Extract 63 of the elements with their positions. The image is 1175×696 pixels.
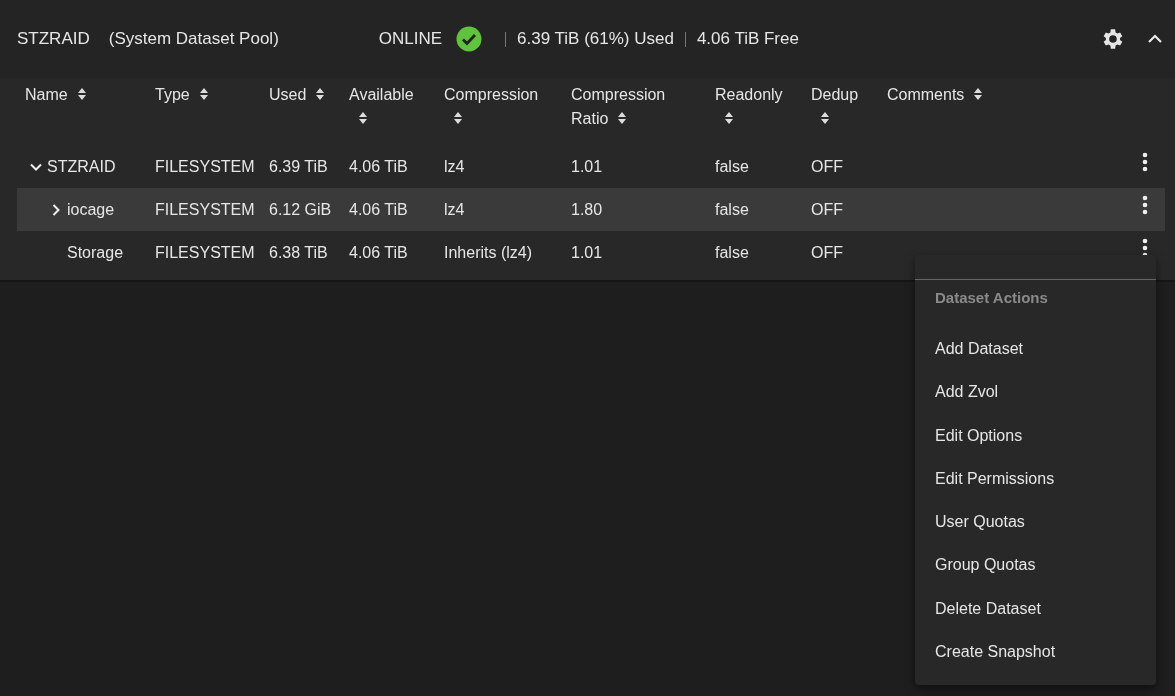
column-header[interactable]: Compression xyxy=(444,83,553,131)
sort-icon[interactable] xyxy=(617,111,628,125)
sort-icon[interactable] xyxy=(820,111,830,125)
dataset-name: iocage xyxy=(67,200,115,219)
menu-item[interactable]: Group Quotas xyxy=(915,543,1156,587)
table-cell: 6.39 TiB xyxy=(269,157,328,175)
pool-free: 4.06 TiB Free xyxy=(696,29,799,49)
pool-status: ONLINE xyxy=(378,29,443,49)
table-cell: FILESYSTEM xyxy=(155,200,255,218)
table-cell: 4.06 TiB xyxy=(349,157,408,175)
table-cell: OFF xyxy=(811,200,843,218)
table-cell: 6.38 TiB xyxy=(269,243,328,261)
menu-item[interactable]: Add Zvol xyxy=(915,370,1156,414)
table-cell: OFF xyxy=(811,157,843,175)
table-cell: false xyxy=(715,200,749,218)
menu-item[interactable]: Create Snapshot xyxy=(915,630,1156,674)
table-cell: 4.06 TiB xyxy=(349,243,408,261)
pool-name: STZRAID xyxy=(17,29,90,49)
table-cell: false xyxy=(715,243,749,261)
table-cell: OFF xyxy=(811,243,843,261)
sort-icon[interactable] xyxy=(198,87,209,101)
sort-icon[interactable] xyxy=(315,87,326,101)
menu-item[interactable]: Add Dataset xyxy=(915,327,1156,371)
table-cell: lz4 xyxy=(444,200,465,218)
sort-icon[interactable] xyxy=(358,111,368,125)
more-options-icon[interactable] xyxy=(1142,151,1148,172)
dataset-row[interactable]: STZRAID FILESYSTEM 6.39 TiB 4.06 TiB lz4 1.01 false OFF xyxy=(17,145,1165,188)
table-cell: FILESYSTEM xyxy=(155,157,255,175)
table-cell: 1.01 xyxy=(571,243,603,261)
column-header[interactable]: Comments xyxy=(887,83,984,107)
table-cell: 1.80 xyxy=(571,200,603,218)
pool-description: (System Dataset Pool) xyxy=(108,29,280,49)
column-header[interactable]: Dedup xyxy=(811,83,869,131)
collapse-chevron-icon[interactable] xyxy=(1147,33,1163,45)
pool-used: 6.39 TiB (61%) Used xyxy=(517,29,674,49)
menu-item[interactable]: Edit Options xyxy=(915,413,1156,457)
status-check-icon xyxy=(456,26,483,52)
menu-item[interactable]: Delete Dataset xyxy=(915,586,1156,631)
table-cell: false xyxy=(715,157,749,175)
sort-icon[interactable] xyxy=(76,87,87,101)
table-cell: Inherits (lz4) xyxy=(444,243,533,261)
sort-icon[interactable] xyxy=(453,111,463,125)
more-options-icon[interactable] xyxy=(1142,194,1148,215)
dataset-row[interactable]: iocage FILESYSTEM 6.12 GiB 4.06 TiB lz4 1.80 false OFF xyxy=(17,188,1165,231)
dataset-name: Storage xyxy=(67,243,124,262)
menu-title: Dataset Actions xyxy=(934,288,1049,308)
column-header[interactable]: Used xyxy=(269,83,326,107)
table-cell: FILESYSTEM xyxy=(155,243,255,261)
table-cell: lz4 xyxy=(444,157,465,175)
menu-item[interactable]: Edit Permissions xyxy=(915,456,1156,501)
table-cell: 1.01 xyxy=(571,157,603,175)
column-header[interactable]: Name xyxy=(25,83,87,107)
dataset-name: STZRAID xyxy=(47,157,116,176)
column-header[interactable]: Type xyxy=(155,83,209,107)
column-header[interactable]: Available xyxy=(349,83,426,131)
table-cell: 6.12 GiB xyxy=(269,200,332,218)
table-cell: 4.06 TiB xyxy=(349,200,408,218)
sort-icon[interactable] xyxy=(724,111,734,125)
collapsed-chevron-icon[interactable] xyxy=(50,203,62,216)
column-header[interactable]: Compression Ratio xyxy=(571,83,686,131)
sort-icon[interactable] xyxy=(973,87,984,101)
menu-item[interactable]: User Quotas xyxy=(915,500,1156,544)
column-header[interactable]: Readonly xyxy=(715,83,793,131)
